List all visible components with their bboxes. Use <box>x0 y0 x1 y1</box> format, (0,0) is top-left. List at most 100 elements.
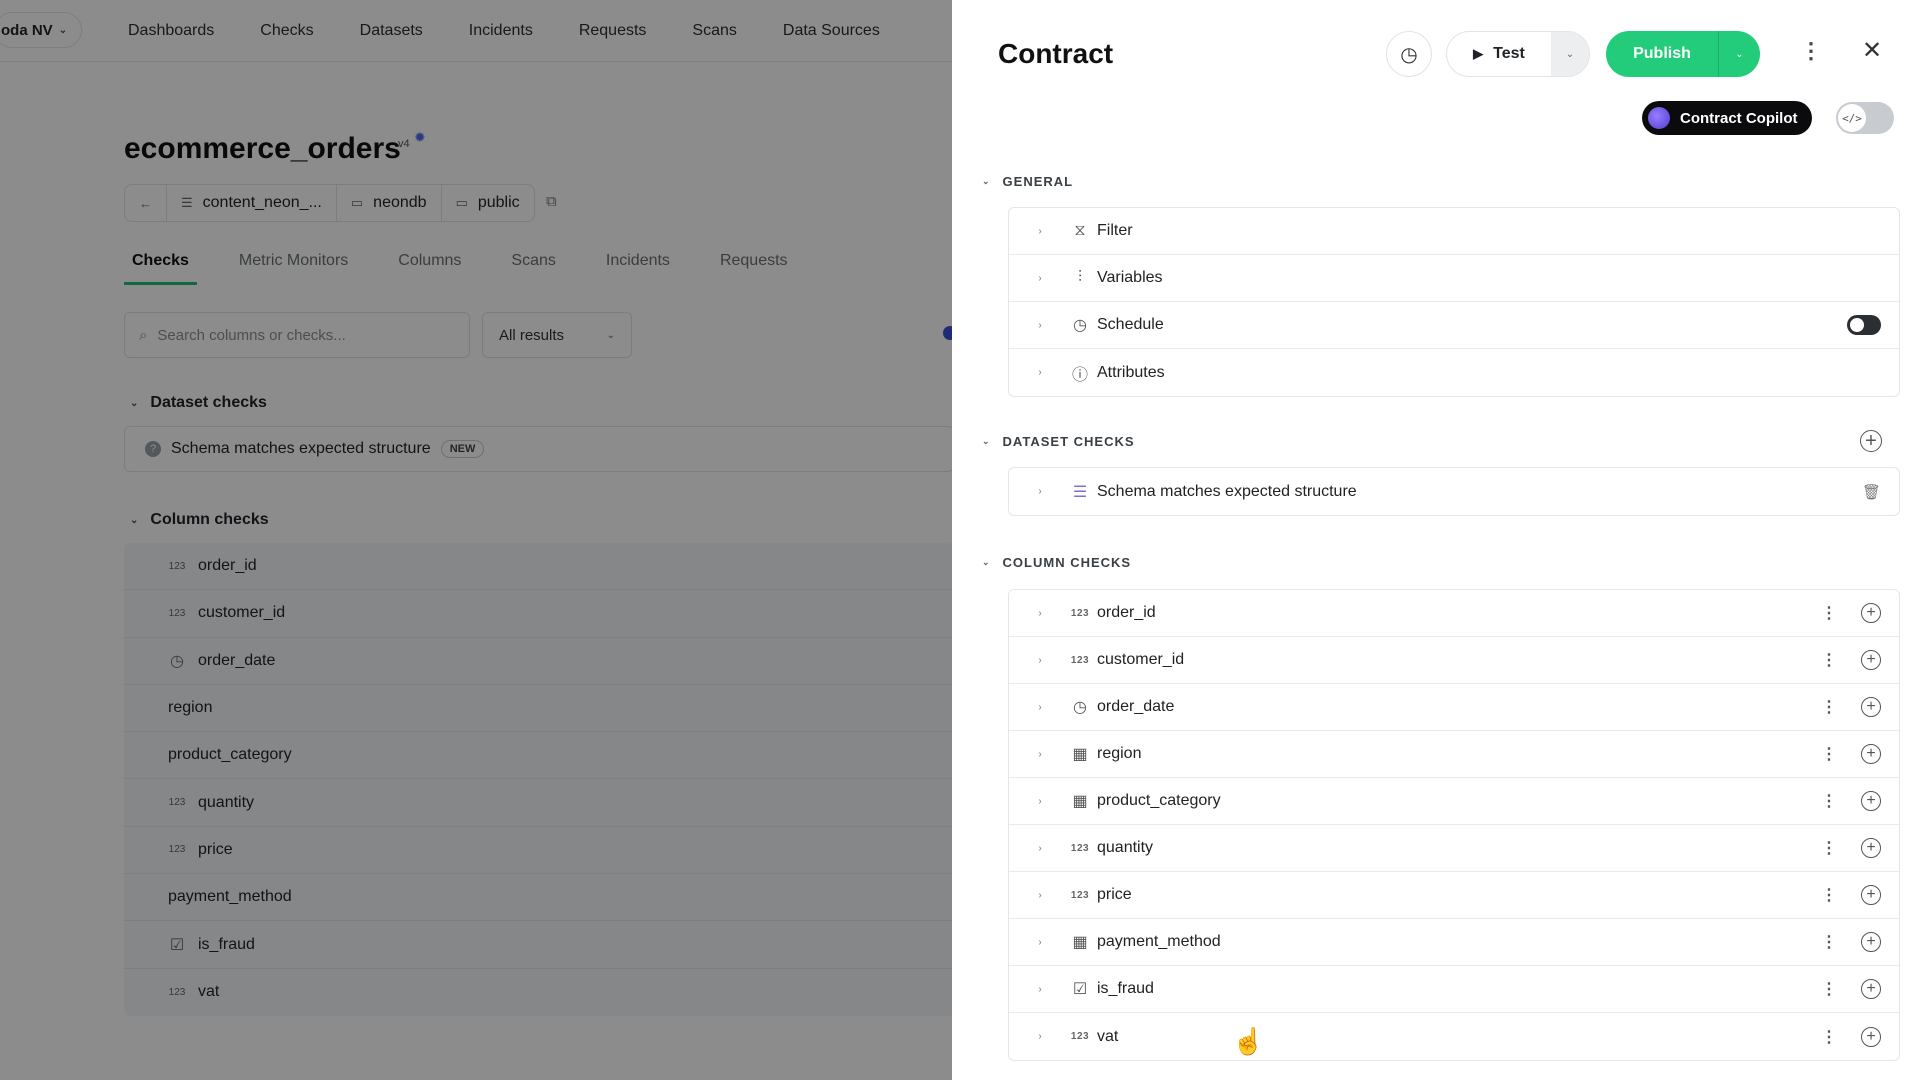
table-icon: ▦ <box>1072 793 1088 810</box>
item-label: vat <box>1097 1027 1119 1045</box>
item-label: order_date <box>1097 698 1175 715</box>
column-row-customer-id[interactable]: › 123 customer_id ⋮ + <box>1009 637 1899 684</box>
dataset-checks-section-header[interactable]: ⌄ DATASET CHECKS <box>982 434 1135 449</box>
general-item-filter[interactable]: › ⧖ Filter <box>1009 208 1899 255</box>
chevron-right-icon: › <box>1038 607 1042 619</box>
chevron-right-icon: › <box>1038 701 1042 713</box>
dataset-check-schema[interactable]: › ☰ Schema matches expected structure 🗑 <box>1009 468 1899 515</box>
contract-copilot-button[interactable]: Contract Copilot <box>1642 101 1812 135</box>
column-row-product-category[interactable]: › ▦ product_category ⋮ + <box>1009 778 1899 825</box>
test-label: Test <box>1493 45 1525 62</box>
chevron-right-icon: › <box>1038 983 1042 995</box>
general-item-schedule[interactable]: › ◷ Schedule <box>1009 302 1899 349</box>
kebab-menu-icon[interactable]: ⋮ <box>1821 697 1837 717</box>
numeric-type-icon: 123 <box>1070 889 1090 901</box>
column-row-payment-method[interactable]: › ▦ payment_method ⋮ + <box>1009 919 1899 966</box>
kebab-menu-icon[interactable]: ⋮ <box>1821 838 1837 858</box>
section-title: COLUMN CHECKS <box>1002 555 1132 570</box>
publish-button[interactable]: Publish <box>1606 31 1718 77</box>
table-icon: ▦ <box>1072 934 1088 951</box>
column-checks-section-header[interactable]: ⌄ COLUMN CHECKS <box>982 555 1131 570</box>
kebab-menu-icon[interactable]: ⋮ <box>1821 932 1837 952</box>
kebab-menu-icon[interactable]: ⋮ <box>1821 650 1837 670</box>
item-label: Filter <box>1097 222 1133 239</box>
column-row-order-date[interactable]: › ◷ order_date ⋮ + <box>1009 684 1899 731</box>
column-row-price[interactable]: › 123 price ⋮ + <box>1009 872 1899 919</box>
database-icon: ☰ <box>1072 483 1088 501</box>
general-item-attributes[interactable]: › ⓘ Attributes <box>1009 349 1899 396</box>
trash-icon[interactable]: 🗑 <box>1862 483 1881 501</box>
item-label: customer_id <box>1097 651 1185 668</box>
item-label: region <box>1097 745 1142 762</box>
item-label: payment_method <box>1097 933 1221 950</box>
chevron-down-icon: ⌄ <box>1735 48 1744 60</box>
toggle-knob <box>1850 318 1864 332</box>
play-icon: ▶ <box>1473 46 1484 61</box>
dataset-checks-card: › ☰ Schema matches expected structure 🗑 <box>1008 467 1900 516</box>
history-button[interactable]: ◷ <box>1386 31 1432 77</box>
column-row-region[interactable]: › ▦ region ⋮ + <box>1009 731 1899 778</box>
add-check-icon[interactable]: + <box>1861 697 1881 717</box>
add-check-icon[interactable]: + <box>1861 650 1881 670</box>
add-check-icon[interactable]: + <box>1861 744 1881 764</box>
item-label: is_fraud <box>1097 980 1154 997</box>
test-options-button[interactable]: ⌄ <box>1551 32 1589 76</box>
publish-options-button[interactable]: ⌄ <box>1718 31 1760 77</box>
clock-icon: ◷ <box>1073 317 1087 334</box>
general-section-header[interactable]: ⌄ GENERAL <box>982 174 1073 189</box>
add-check-icon[interactable]: + <box>1861 791 1881 811</box>
item-label: product_category <box>1097 792 1221 809</box>
code-icon: </> <box>1838 104 1866 132</box>
numeric-type-icon: 123 <box>1070 1031 1090 1042</box>
chevron-right-icon: › <box>1038 367 1042 378</box>
chevron-right-icon: › <box>1038 889 1042 901</box>
clock-icon: ◷ <box>1400 43 1418 66</box>
chevron-right-icon: › <box>1038 486 1042 497</box>
general-item-variables[interactable]: › ⫶ Variables <box>1009 255 1899 302</box>
numeric-type-icon: 123 <box>1070 607 1090 619</box>
more-options-icon[interactable]: ⋮ <box>1796 38 1826 64</box>
publish-button-group: Publish ⌄ <box>1606 31 1760 77</box>
add-dataset-check-button[interactable]: + <box>1860 430 1882 452</box>
section-title: DATASET CHECKS <box>1002 434 1135 449</box>
schedule-toggle[interactable] <box>1847 315 1881 335</box>
add-check-icon[interactable]: + <box>1861 1026 1881 1047</box>
add-check-icon[interactable]: + <box>1861 838 1881 858</box>
copilot-label: Contract Copilot <box>1680 109 1798 127</box>
sliders-icon: ⫶ <box>1077 269 1082 286</box>
kebab-menu-icon[interactable]: ⋮ <box>1821 885 1837 905</box>
code-view-toggle[interactable]: </> <box>1836 102 1894 134</box>
kebab-menu-icon[interactable]: ⋮ <box>1821 1027 1837 1047</box>
info-icon: ⓘ <box>1071 366 1088 384</box>
kebab-menu-icon[interactable]: ⋮ <box>1821 979 1837 999</box>
numeric-type-icon: 123 <box>1070 654 1090 666</box>
kebab-menu-icon[interactable]: ⋮ <box>1821 791 1837 811</box>
column-row-vat[interactable]: › 123 vat ⋮ + <box>1009 1013 1899 1060</box>
kebab-menu-icon[interactable]: ⋮ <box>1821 603 1837 623</box>
chevron-right-icon: › <box>1038 795 1042 807</box>
test-button-group: ▶ Test ⌄ <box>1446 31 1590 77</box>
chevron-down-icon: ⌄ <box>982 176 991 186</box>
chevron-right-icon: › <box>1038 748 1042 760</box>
item-label: order_id <box>1097 604 1156 621</box>
copilot-logo-icon <box>1648 107 1670 129</box>
add-check-icon[interactable]: + <box>1861 979 1881 999</box>
kebab-menu-icon[interactable]: ⋮ <box>1821 744 1837 764</box>
column-checks-card: › 123 order_id ⋮ + › 123 customer_id ⋮ + ›… <box>1008 589 1900 1061</box>
add-check-icon[interactable]: + <box>1861 932 1881 952</box>
column-row-order-id[interactable]: › 123 order_id ⋮ + <box>1009 590 1899 637</box>
column-row-quantity[interactable]: › 123 quantity ⋮ + <box>1009 825 1899 872</box>
add-check-icon[interactable]: + <box>1861 885 1881 905</box>
item-label: quantity <box>1097 839 1154 856</box>
item-label: Schedule <box>1097 316 1164 333</box>
add-check-icon[interactable]: + <box>1861 603 1881 623</box>
clock-icon: ◷ <box>1073 699 1087 716</box>
chevron-down-icon: ⌄ <box>1565 48 1575 60</box>
column-row-is-fraud[interactable]: › ☑ is_fraud ⋮ + <box>1009 966 1899 1013</box>
test-button[interactable]: ▶ Test <box>1447 32 1551 76</box>
chevron-right-icon: › <box>1038 272 1042 284</box>
general-card: › ⧖ Filter › ⫶ Variables › ◷ Schedule › … <box>1008 207 1900 397</box>
chevron-right-icon: › <box>1038 842 1042 854</box>
pointer-cursor-icon: ☝ <box>1232 1026 1265 1056</box>
close-icon[interactable]: ✕ <box>1862 36 1882 65</box>
